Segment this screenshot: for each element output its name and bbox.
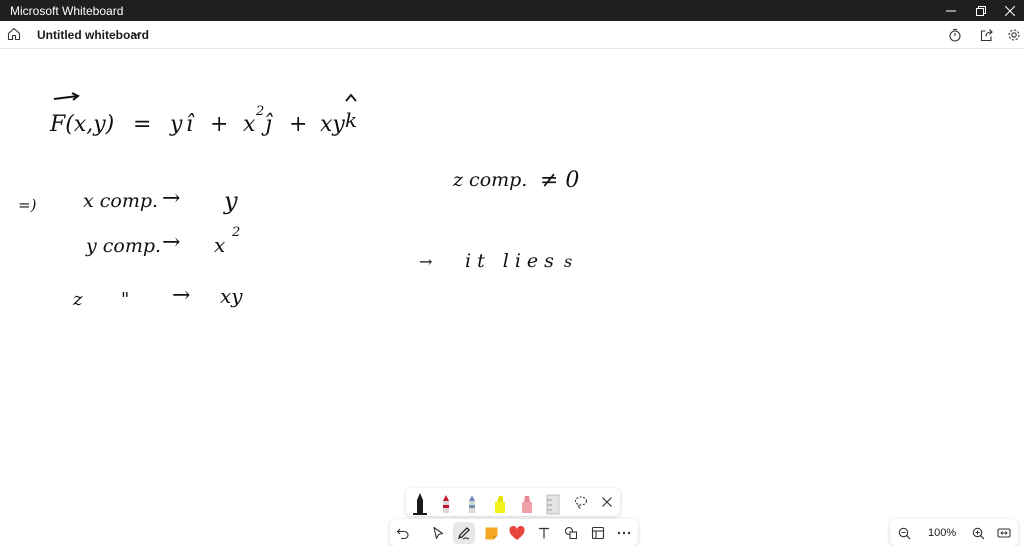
- close-icon: [602, 497, 612, 507]
- z-comp-value: xy: [220, 284, 243, 308]
- field-hat-k: k: [345, 108, 357, 132]
- zoom-in-icon: [972, 527, 984, 539]
- vector-arrow-stroke: [53, 92, 80, 101]
- field-hat-i: î: [186, 112, 195, 137]
- timer-button[interactable]: [945, 25, 965, 45]
- highlighter-yellow[interactable]: [490, 491, 510, 515]
- y-comp-arrow: →: [162, 230, 180, 255]
- close-button[interactable]: [993, 0, 1024, 21]
- minimize-button[interactable]: [934, 0, 968, 21]
- lasso-icon: [574, 496, 588, 509]
- select-icon: [433, 526, 444, 540]
- whiteboard-canvas[interactable]: F(x,y) = y î + x 2 ĵ + xy k =) x comp. →…: [0, 49, 1024, 546]
- zoom-in-button[interactable]: [968, 523, 988, 543]
- y-comp-label: y comp.: [85, 235, 161, 257]
- close-icon: [1005, 5, 1015, 16]
- timer-icon: [949, 28, 961, 42]
- text-icon: [539, 527, 549, 539]
- templates-tool[interactable]: [587, 522, 609, 544]
- reaction-heart-icon: [509, 525, 525, 540]
- fit-to-screen-icon: [997, 528, 1011, 538]
- shapes-tool[interactable]: [560, 522, 582, 544]
- home-button[interactable]: [4, 24, 24, 44]
- sticky-note-tool[interactable]: [480, 522, 502, 544]
- field-term2: x: [243, 112, 256, 137]
- chevron-down-icon: [131, 31, 141, 37]
- share-button[interactable]: [977, 25, 997, 45]
- y-comp-exponent: 2: [231, 225, 240, 240]
- note-text: it lies: [465, 250, 560, 272]
- more-options-button[interactable]: [613, 522, 635, 544]
- pen-blue[interactable]: [462, 491, 482, 515]
- home-icon: [7, 27, 21, 41]
- app-bar: Untitled whiteboard: [0, 21, 1024, 49]
- z-comp-note-value: ≠ 0: [540, 168, 579, 193]
- zoom-level[interactable]: 100%: [928, 527, 956, 539]
- settings-icon: [1008, 29, 1020, 41]
- x-comp-arrow: →: [162, 186, 180, 211]
- title-bar: Microsoft Whiteboard: [0, 0, 1024, 21]
- sticky-note-icon: [485, 527, 497, 539]
- field-term2-exponent: 2: [255, 104, 264, 119]
- pen-icon: [458, 527, 470, 540]
- field-term1: y: [169, 112, 183, 137]
- y-comp-value: x: [214, 233, 225, 257]
- zoom-out-icon: [898, 527, 910, 539]
- ink-layer: F(x,y) = y î + x 2 ĵ + xy k =) x comp. →…: [18, 92, 579, 310]
- undo-icon: [396, 528, 409, 540]
- field-lhs: F(x,y): [49, 112, 114, 137]
- app-title: Microsoft Whiteboard: [10, 4, 124, 18]
- x-comp-value: y: [223, 187, 238, 215]
- z-comp-note-label: z comp.: [452, 169, 527, 191]
- bottom-toolbar: [390, 519, 638, 546]
- zoom-out-button[interactable]: [894, 523, 914, 543]
- pen-red[interactable]: [436, 491, 456, 515]
- z-comp-arrow: →: [172, 283, 190, 308]
- text-tool[interactable]: [533, 522, 555, 544]
- shapes-icon: [564, 526, 578, 540]
- implies-bullet: =): [18, 196, 37, 214]
- z-comp-ditto: ": [121, 289, 129, 310]
- z-comp-label: z: [72, 289, 83, 310]
- field-plus2: +: [289, 112, 307, 137]
- note-arrow: →: [419, 252, 432, 271]
- field-equals: =: [133, 112, 151, 137]
- pen-tool[interactable]: [453, 522, 475, 544]
- close-pen-tray-button[interactable]: [598, 493, 616, 511]
- templates-icon: [591, 526, 605, 540]
- reaction-tool[interactable]: [506, 522, 528, 544]
- x-comp-label: x comp.: [83, 190, 158, 212]
- minimize-icon: [946, 10, 956, 11]
- note-tail: s: [564, 252, 572, 271]
- lasso-button[interactable]: [572, 493, 590, 511]
- field-plus1: +: [210, 112, 228, 137]
- pen-tray: [406, 488, 620, 516]
- fit-to-screen-button[interactable]: [994, 523, 1014, 543]
- ruler-tool[interactable]: [543, 491, 563, 515]
- undo-button[interactable]: [392, 522, 414, 544]
- restore-icon: [976, 5, 986, 16]
- more-icon: [617, 531, 631, 535]
- hat-k-stroke: [345, 93, 357, 102]
- zoom-controls: 100%: [890, 519, 1018, 546]
- board-title-dropdown[interactable]: [130, 28, 142, 40]
- field-term3: xy: [320, 112, 345, 137]
- share-icon: [980, 29, 993, 42]
- highlighter-pink[interactable]: [517, 491, 537, 515]
- select-tool[interactable]: [427, 522, 449, 544]
- pen-black[interactable]: [410, 491, 430, 515]
- settings-button[interactable]: [1004, 25, 1024, 45]
